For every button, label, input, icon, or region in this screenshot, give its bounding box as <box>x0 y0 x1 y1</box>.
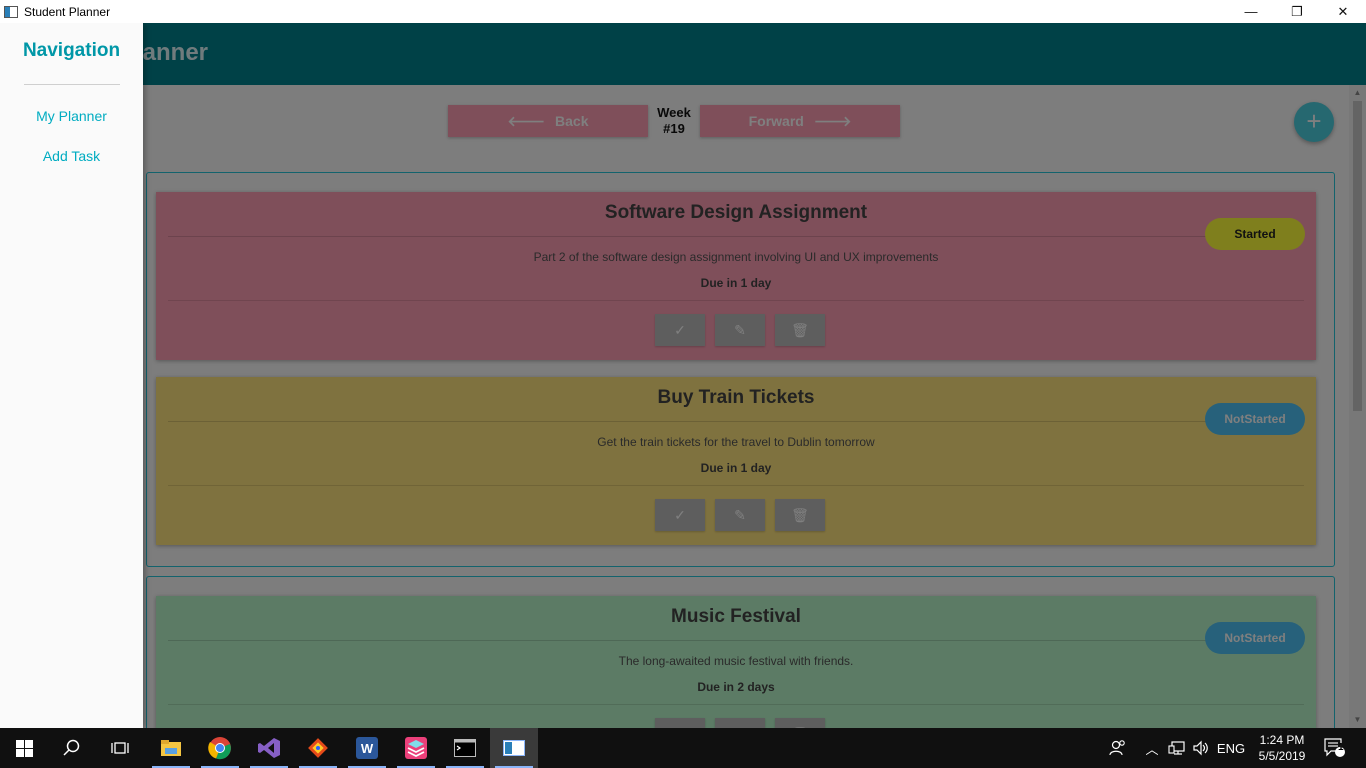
visual-studio-button[interactable] <box>245 728 293 768</box>
folder-icon <box>161 740 181 756</box>
people-button[interactable] <box>1104 728 1132 768</box>
volume-button[interactable] <box>1190 728 1212 768</box>
chrome-icon <box>208 737 231 760</box>
word-icon: W <box>356 737 378 759</box>
clock[interactable]: 1:24 PM 5/5/2019 <box>1252 732 1312 764</box>
git-button[interactable] <box>294 728 342 768</box>
app-window-icon <box>503 740 525 756</box>
clock-date: 5/5/2019 <box>1258 749 1306 763</box>
window-title: Student Planner <box>24 4 111 19</box>
restore-button[interactable]: ❐ <box>1274 0 1320 23</box>
windows-icon <box>15 739 33 757</box>
student-planner-taskbar-button[interactable] <box>490 728 538 768</box>
terminal-icon <box>454 739 476 757</box>
search-icon <box>63 739 80 756</box>
visual-studio-icon <box>258 738 280 758</box>
file-explorer-button[interactable] <box>147 728 195 768</box>
window-controls: — ❐ ✕ <box>1228 0 1366 23</box>
terminal-button[interactable] <box>441 728 489 768</box>
network-button[interactable] <box>1166 728 1188 768</box>
network-icon <box>1168 741 1185 755</box>
git-icon <box>308 738 328 758</box>
clock-time: 1:24 PM <box>1259 733 1305 747</box>
people-icon <box>1109 740 1125 756</box>
stack-app-button[interactable] <box>392 728 440 768</box>
navigation-drawer: Navigation My Planner Add Task <box>0 23 143 728</box>
chevron-up-icon: ︿ <box>1145 741 1159 757</box>
app-icon <box>4 5 18 18</box>
nav-item-add-task[interactable]: Add Task <box>0 148 143 164</box>
input-language-button[interactable]: ENG <box>1214 728 1248 768</box>
chrome-button[interactable] <box>196 728 244 768</box>
minimize-button[interactable]: — <box>1228 0 1274 23</box>
search-button[interactable] <box>48 728 96 768</box>
start-button[interactable] <box>0 728 48 768</box>
show-hidden-icons-button[interactable]: ︿ <box>1142 728 1162 768</box>
app-area: Student Planner 🡐 Back Week #19 Forward … <box>0 23 1366 728</box>
taskbar: W ︿ ENG 1:24 PM 5/5/2019 1 <box>0 728 1366 768</box>
divider <box>24 84 120 85</box>
window-titlebar: Student Planner — ❐ ✕ <box>0 0 1366 23</box>
stack-icon <box>405 737 427 759</box>
nav-item-my-planner[interactable]: My Planner <box>0 108 143 124</box>
speaker-icon <box>1193 740 1208 756</box>
word-button[interactable]: W <box>343 728 391 768</box>
drawer-scrim[interactable] <box>0 23 1366 728</box>
drawer-title: Navigation <box>22 40 121 61</box>
close-button[interactable]: ✕ <box>1320 0 1366 23</box>
action-center-button[interactable]: 1 <box>1318 728 1352 768</box>
task-view-icon <box>111 742 129 754</box>
notification-count: 1 <box>1338 742 1344 753</box>
task-view-button[interactable] <box>96 728 144 768</box>
